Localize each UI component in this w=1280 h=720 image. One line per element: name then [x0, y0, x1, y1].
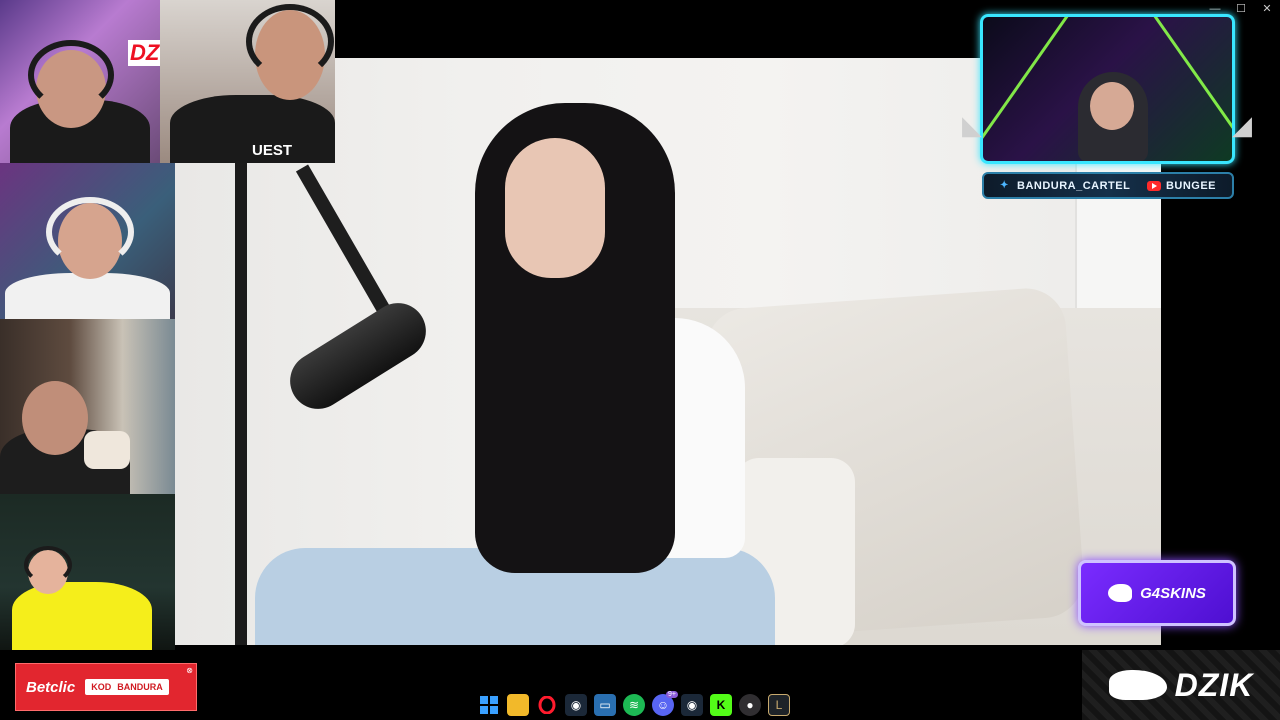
- bear-icon: [1108, 584, 1133, 602]
- monitor-icon[interactable]: ▭: [594, 694, 616, 716]
- maximize-button[interactable]: ☐: [1228, 2, 1254, 16]
- taskbar: ◉ ▭ ≋ ☺ 9+ ◉ K ● L: [478, 690, 790, 720]
- streamer-face: [1090, 82, 1134, 130]
- twitter-link[interactable]: ✦ BANDURA_CARTEL: [1000, 180, 1130, 192]
- betclic-code: KOD BANDURA: [85, 679, 169, 695]
- dzik-label: DZIK: [1174, 666, 1254, 703]
- cam5-torso: [12, 582, 152, 650]
- streamer-webcam[interactable]: [980, 14, 1235, 164]
- neon-line: [983, 17, 1078, 152]
- opera-icon[interactable]: [536, 694, 558, 716]
- betclic-code-value: BANDURA: [117, 682, 163, 692]
- twitter-label: BANDURA_CARTEL: [1017, 179, 1131, 192]
- webcam-1[interactable]: DZ: [0, 0, 160, 163]
- youtube-label: BUNGEE: [1165, 179, 1216, 192]
- twitter-icon: ✦: [1000, 179, 1009, 191]
- close-button[interactable]: ✕: [1254, 2, 1280, 16]
- guest-face: [505, 138, 605, 278]
- stream-screen: — ☐ ✕ DZ UEST ◣ ◢ ✦ BANDURA_CARTEL BUNGE…: [0, 0, 1280, 720]
- microphone: [279, 292, 437, 420]
- cam3-torso: [5, 273, 170, 319]
- dzik-sponsor[interactable]: DZIK: [1082, 650, 1280, 720]
- cup-icon: [84, 431, 130, 469]
- mic-stand: [235, 158, 247, 645]
- webcam-4[interactable]: [0, 319, 175, 494]
- kick-icon[interactable]: K: [710, 694, 732, 716]
- dragon-left-icon: ◣: [962, 110, 982, 140]
- boar-icon: [1108, 670, 1167, 700]
- file-explorer-icon[interactable]: [507, 694, 529, 716]
- obs-icon[interactable]: ●: [739, 694, 761, 716]
- g4skins-sponsor[interactable]: G4SKINS: [1078, 560, 1236, 626]
- windows-start-icon[interactable]: [478, 694, 500, 716]
- mic-arm: [295, 164, 394, 319]
- discord-badge: 9+: [666, 691, 678, 698]
- betclic-sponsor[interactable]: Betclic KOD BANDURA ⊗: [15, 663, 197, 711]
- webcam-2[interactable]: UEST: [160, 0, 335, 163]
- headphones-icon: [246, 4, 334, 79]
- social-bar: ✦ BANDURA_CARTEL BUNGEE: [982, 172, 1234, 199]
- headphones-icon: [46, 197, 134, 267]
- g4skins-label: G4SKINS: [1140, 584, 1206, 602]
- dragon-right-icon: ◢: [1232, 110, 1252, 140]
- youtube-link[interactable]: BUNGEE: [1146, 179, 1216, 192]
- youtube-icon: [1146, 180, 1161, 191]
- steam-icon[interactable]: ◉: [565, 694, 587, 716]
- betclic-brand: Betclic: [26, 678, 76, 696]
- headphones-icon: [28, 40, 114, 110]
- discord-icon[interactable]: ☺ 9+: [652, 691, 678, 716]
- webcam-5[interactable]: [0, 494, 175, 650]
- webcam-3[interactable]: [0, 163, 175, 319]
- betclic-code-prefix: KOD: [91, 682, 112, 692]
- headphones-icon: [24, 546, 72, 584]
- close-icon[interactable]: ⊗: [186, 666, 193, 675]
- steam-2-icon[interactable]: ◉: [681, 694, 703, 716]
- cam4-head: [22, 381, 88, 455]
- spotify-icon[interactable]: ≋: [623, 694, 645, 716]
- cam1-logo: DZ: [128, 40, 160, 66]
- league-icon[interactable]: L: [768, 694, 790, 716]
- cam2-shirt-text: UEST: [252, 142, 293, 159]
- neon-line: [1151, 17, 1232, 161]
